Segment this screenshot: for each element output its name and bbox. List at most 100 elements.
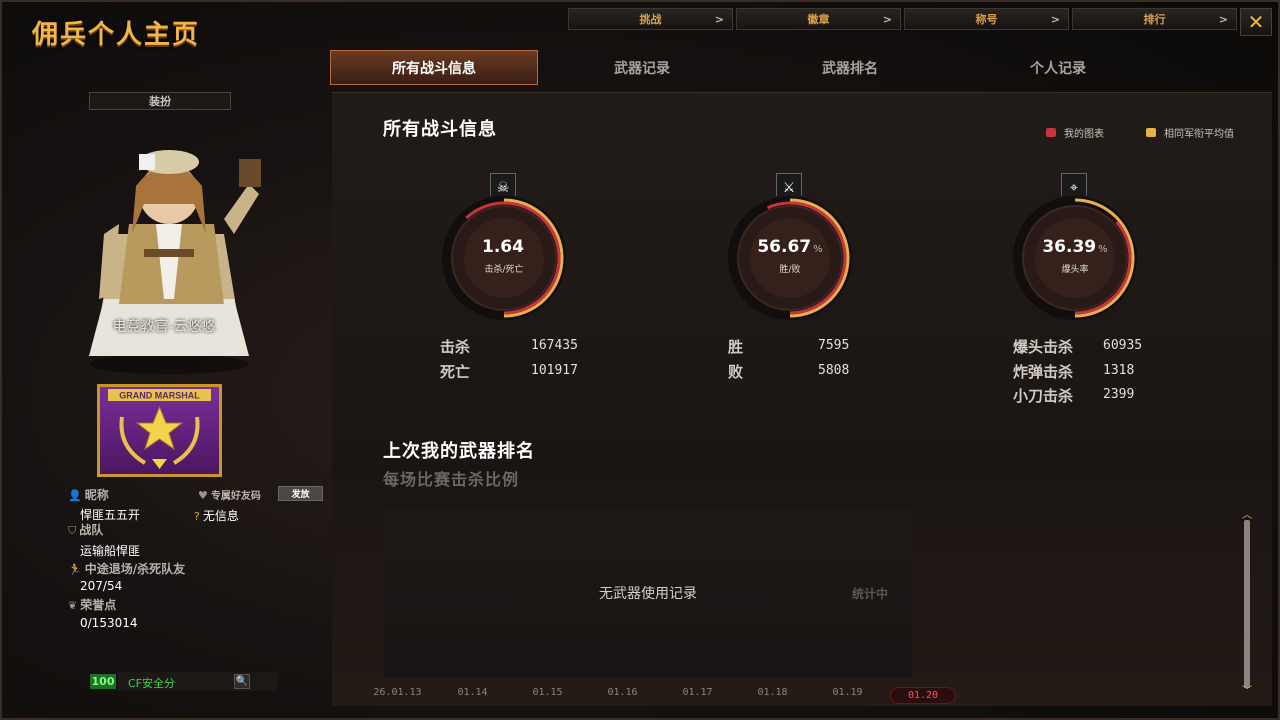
win-rate-number: 56.67 bbox=[757, 237, 812, 257]
laurel-icon: ❦ bbox=[68, 599, 78, 612]
kills-value: 167435 bbox=[531, 338, 578, 353]
section-title: 所有战斗信息 bbox=[383, 119, 497, 140]
nav-label: 徽章 bbox=[807, 13, 830, 26]
nickname-text: 悍匪五五开 bbox=[80, 508, 141, 522]
calculating-label: 统计中 bbox=[852, 587, 889, 601]
character-portrait bbox=[74, 124, 264, 374]
wins-label: 胜 bbox=[728, 338, 744, 356]
mercenary-profile-window: 佣兵个人主页 挑战 > 徽章 > 称号 > 排行 > ✕ 所有战斗信息 武器记录 武器排… bbox=[0, 0, 1280, 720]
scrollbar[interactable]: ︿ ﹀ bbox=[1240, 510, 1254, 697]
win-rate-gauge: ⚔ 56.67% 胜/败 bbox=[725, 173, 855, 323]
date-tick[interactable]: 01.17 bbox=[660, 687, 735, 704]
tab-personal-record[interactable]: 个人记录 bbox=[954, 50, 1162, 85]
honor-text: 0/153014 bbox=[80, 616, 138, 630]
kd-value: 1.64 bbox=[439, 237, 569, 257]
weapon-chart-area: 无武器使用记录 bbox=[384, 509, 912, 677]
chevron-right-icon: > bbox=[1050, 12, 1060, 26]
quit-row: 🏃 中途退场/杀死队友 bbox=[68, 560, 185, 577]
bomb-kills-value: 1318 bbox=[1103, 363, 1135, 378]
nav-ranking[interactable]: 排行 > bbox=[1072, 8, 1237, 30]
win-rate-value: 56.67% bbox=[725, 237, 855, 257]
headshot-label: 爆头率 bbox=[1061, 265, 1089, 275]
headshot-gauge: ⌖ 36.39% 爆头率 bbox=[1010, 173, 1140, 323]
losses-value: 5808 bbox=[818, 363, 850, 378]
scroll-thumb[interactable] bbox=[1244, 520, 1250, 688]
date-tick[interactable]: 01.19 bbox=[810, 687, 885, 704]
headshot-number: 36.39 bbox=[1042, 237, 1097, 257]
legend-rank-average: 相同军衔平均值 bbox=[1146, 125, 1234, 140]
security-score-badge: 100 bbox=[90, 674, 116, 689]
weapon-ranking-subtitle: 每场比赛击杀比例 bbox=[383, 470, 520, 489]
nav-label: 挑战 bbox=[639, 13, 662, 26]
quit-text: 207/54 bbox=[80, 579, 123, 593]
quit-value: 207/54 bbox=[80, 579, 122, 593]
top-nav: 挑战 > 徽章 > 称号 > 排行 > bbox=[568, 8, 1237, 30]
honor-label: 荣誉点 bbox=[80, 598, 117, 612]
kd-label: 击杀/死亡 bbox=[484, 265, 524, 275]
profile-panel: 装扮 电竞教官-云悠悠 GRAND MARSHAL 👤 昵称 悍匪五五开 ♥ 专… bbox=[14, 84, 330, 704]
headshot-kills-value: 60935 bbox=[1103, 338, 1143, 353]
nav-title[interactable]: 称号 > bbox=[904, 8, 1069, 30]
date-tick[interactable]: 01.18 bbox=[735, 687, 810, 704]
send-friend-code-button[interactable]: 发放 bbox=[278, 486, 323, 501]
deaths-value: 101917 bbox=[531, 363, 578, 378]
headshot-value: 36.39% bbox=[1010, 237, 1140, 257]
losses-label: 败 bbox=[728, 363, 744, 381]
tab-all-battle-info[interactable]: 所有战斗信息 bbox=[330, 50, 538, 85]
weapon-empty-message: 无武器使用记录 bbox=[599, 586, 697, 602]
nickname-row: 👤 昵称 bbox=[68, 486, 109, 503]
win-rate-suffix: % bbox=[813, 244, 823, 255]
kd-number: 1.64 bbox=[482, 237, 524, 257]
knife-kills-label: 小刀击杀 bbox=[1013, 387, 1074, 405]
search-icon[interactable]: 🔍 bbox=[234, 674, 250, 689]
team-icon: ⛉ bbox=[68, 524, 77, 537]
scroll-down-icon[interactable]: ﹀ bbox=[1240, 682, 1254, 697]
nav-badge[interactable]: 徽章 > bbox=[736, 8, 901, 30]
honor-value: 0/153014 bbox=[80, 616, 138, 630]
legend-my-chart: 我的图表 bbox=[1046, 125, 1104, 140]
nav-label: 排行 bbox=[1143, 13, 1166, 26]
date-tick[interactable]: 01.14 bbox=[435, 687, 510, 704]
date-axis: 26.01.13 01.14 01.15 01.16 01.17 01.18 0… bbox=[360, 687, 956, 704]
date-tick-active[interactable]: 01.20 bbox=[890, 687, 956, 704]
legend-swatch bbox=[1046, 128, 1056, 137]
tab-weapon-ranking[interactable]: 武器排名 bbox=[746, 50, 954, 85]
gauge-inner-glow bbox=[750, 218, 830, 298]
chevron-right-icon: > bbox=[882, 12, 892, 26]
date-tick[interactable]: 26.01.13 bbox=[360, 687, 435, 704]
rank-badge-label: GRAND MARSHAL bbox=[119, 391, 200, 401]
security-score-label: CF安全分 bbox=[128, 677, 176, 690]
nav-challenge[interactable]: 挑战 > bbox=[568, 8, 733, 30]
rank-badge: GRAND MARSHAL bbox=[97, 384, 222, 477]
team-value: 运输船悍匪 bbox=[80, 542, 140, 559]
date-tick[interactable]: 01.15 bbox=[510, 687, 585, 704]
tab-weapon-record[interactable]: 武器记录 bbox=[538, 50, 746, 85]
date-tick[interactable]: 01.16 bbox=[585, 687, 660, 704]
running-icon: 🏃 bbox=[68, 563, 82, 576]
no-info-row: ? 无信息 bbox=[194, 507, 239, 524]
team-text: 运输船悍匪 bbox=[80, 544, 141, 558]
kd-gauge: ☠ 1.64 击杀/死亡 bbox=[439, 173, 569, 323]
honor-row: ❦ 荣誉点 bbox=[68, 596, 116, 613]
weapon-ranking-title: 上次我的武器排名 bbox=[383, 441, 535, 462]
chevron-right-icon: > bbox=[1218, 12, 1228, 26]
heart-icon: ♥ bbox=[198, 489, 208, 502]
friend-code-label: 专属好友码 bbox=[210, 491, 261, 502]
headshot-kills-label: 爆头击杀 bbox=[1013, 338, 1074, 356]
win-rate-label: 胜/败 bbox=[779, 265, 801, 275]
team-label: 战队 bbox=[79, 523, 104, 537]
character-name: 电竞教官-云悠悠 bbox=[112, 319, 216, 335]
nickname-label: 昵称 bbox=[84, 488, 109, 502]
gauge-inner-glow bbox=[464, 218, 544, 298]
scroll-up-icon[interactable]: ︿ bbox=[1240, 506, 1254, 521]
battle-info-panel: 所有战斗信息 我的图表 相同军衔平均值 ☠ 1.64 击杀/死亡 ⚔ 56.67… bbox=[332, 92, 1272, 706]
team-row: ⛉ 战队 bbox=[68, 521, 103, 538]
kills-label: 击杀 bbox=[440, 338, 471, 356]
no-info-text: 无信息 bbox=[202, 509, 239, 523]
chevron-right-icon: > bbox=[714, 12, 724, 26]
bomb-kills-label: 炸弹击杀 bbox=[1013, 363, 1074, 381]
equip-button[interactable]: 装扮 bbox=[89, 92, 231, 110]
window-title: 佣兵个人主页 bbox=[32, 20, 201, 50]
close-icon[interactable]: ✕ bbox=[1240, 8, 1272, 36]
legend-swatch bbox=[1146, 128, 1156, 137]
